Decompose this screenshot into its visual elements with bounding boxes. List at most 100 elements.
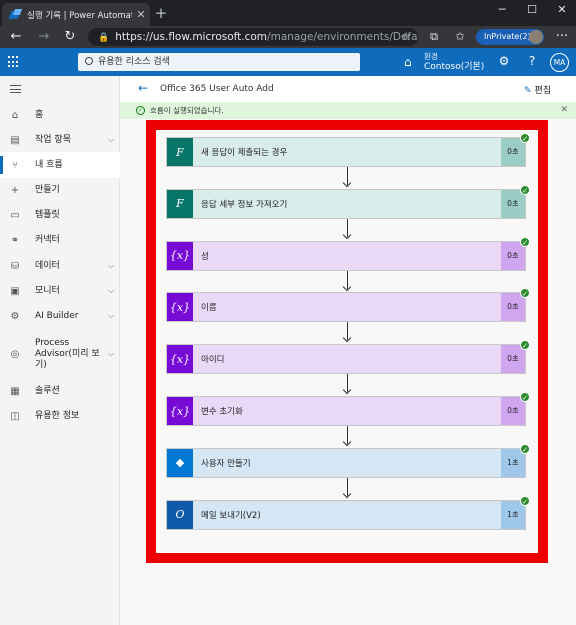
main-content: ← Office 365 User Auto Add ✎ 편집 ✓ 흐름이 실행되… xyxy=(120,76,576,625)
flow-step-card[interactable]: {x} 이름 0초 ✓ xyxy=(166,288,530,323)
app-launcher-icon[interactable] xyxy=(8,56,20,68)
flow-step-card[interactable]: {x} 아이디 0초 ✓ xyxy=(166,340,530,375)
nav-item-label: 솔루션 xyxy=(35,385,60,396)
hamburger-menu-icon[interactable] xyxy=(10,85,21,93)
nav-item-label: 커넥터 xyxy=(35,234,60,245)
success-check-icon: ✓ xyxy=(136,106,145,115)
solution-icon: ▦ xyxy=(10,385,20,397)
flow-step-card[interactable]: {x} 변수 초기화 0초 ✓ xyxy=(166,392,530,426)
nav-item-action-items[interactable]: ▤ 작업 항목 ⌵ xyxy=(0,127,120,153)
extensions-icon[interactable]: ⧉ xyxy=(424,28,444,46)
flow-step-card[interactable]: F 응답 세부 정보 가져오기 0초 ✓ xyxy=(166,184,530,219)
close-window-button[interactable]: ✕ xyxy=(548,0,576,22)
chevron-down-icon[interactable]: ⌵ xyxy=(102,349,120,359)
favorite-star-icon[interactable]: ☆ xyxy=(396,28,416,46)
inprivate-badge[interactable]: InPrivate(2) xyxy=(476,29,544,45)
success-banner: ✓ 흐름이 실행되었습니다. ✕ xyxy=(120,102,576,119)
nav-item-label: Process Advisor(미리 보기) xyxy=(35,337,100,370)
environment-picker[interactable]: 환경 Contoso(기본) xyxy=(424,52,484,72)
chevron-down-icon[interactable]: ⌵ xyxy=(102,286,120,296)
success-check-icon: ✓ xyxy=(520,392,530,402)
browser-more-button[interactable]: ··· xyxy=(552,28,572,46)
nav-item-data[interactable]: ⛁ 데이터 ⌵ xyxy=(0,253,120,279)
new-tab-button[interactable]: + xyxy=(152,4,170,22)
office365-users-icon: ◆ xyxy=(167,448,193,477)
process-advisor-icon: ◎ xyxy=(10,348,20,360)
lock-icon: 🔒 xyxy=(98,33,110,43)
browser-tab-title: 실행 기록 | Power Automate xyxy=(27,10,132,21)
nav-item-label: AI Builder xyxy=(35,310,79,321)
maximize-window-button[interactable]: ☐ xyxy=(518,0,546,22)
chevron-down-icon[interactable]: ⌵ xyxy=(102,135,120,145)
banner-close-icon[interactable]: ✕ xyxy=(560,102,568,119)
tab-close-icon[interactable]: ✕ xyxy=(132,8,150,21)
flow-step-title: 성 xyxy=(201,251,209,262)
database-icon: ⛁ xyxy=(10,260,20,272)
help-icon[interactable]: ? xyxy=(524,54,540,68)
nav-item-solutions[interactable]: ▦ 솔루션 xyxy=(0,378,120,404)
nav-item-templates[interactable]: ▭ 템플릿 xyxy=(0,202,120,228)
flow-step-title: 아이디 xyxy=(201,355,225,366)
forward-button[interactable]: → xyxy=(34,28,54,46)
connector-arrow-icon xyxy=(343,322,352,344)
success-check-icon: ✓ xyxy=(520,133,530,143)
flow-step-card[interactable]: O 메일 보내기(V2) 1초 ✓ xyxy=(166,495,530,530)
inprivate-label: InPrivate(2) xyxy=(484,32,531,41)
forms-icon: F xyxy=(167,189,193,218)
banner-message: 흐름이 실행되었습니다. xyxy=(150,106,224,115)
success-check-icon: ✓ xyxy=(520,236,530,247)
chevron-down-icon[interactable]: ⌵ xyxy=(102,261,120,271)
nav-item-label: 데이터 xyxy=(35,260,60,271)
success-check-icon: ✓ xyxy=(520,495,530,506)
book-icon: ◫ xyxy=(10,410,20,422)
resource-search-input[interactable]: 유용한 리소스 검색 xyxy=(78,53,360,71)
left-navigation: ⌂ 홈 ▤ 작업 항목 ⌵ ⑂ 내 흐름 + 만들기 ▭ 템플릿 ⚭ 커넥터 ⛁… xyxy=(0,76,120,625)
nav-item-monitor[interactable]: ▣ 모니터 ⌵ xyxy=(0,278,120,304)
flow-step-title: 이름 xyxy=(201,303,217,314)
nav-item-ai-builder[interactable]: ⚙ AI Builder ⌵ xyxy=(0,303,120,329)
connector-icon: ⚭ xyxy=(10,234,20,246)
nav-item-home[interactable]: ⌂ 홈 xyxy=(0,102,120,128)
nav-item-label: 홈 xyxy=(35,109,44,120)
nav-item-create[interactable]: + 만들기 xyxy=(0,177,120,203)
browser-address-bar: ← → ↻ 🔒 https://us.flow.microsoft.com/man… xyxy=(0,26,576,48)
ai-builder-icon: ⚙ xyxy=(10,310,20,322)
flow-step-card[interactable]: ◆ 사용자 만들기 1초 ✓ xyxy=(166,443,530,478)
nav-item-learn[interactable]: ◫ 유용한 정보 xyxy=(0,403,120,429)
template-icon: ▭ xyxy=(10,209,20,221)
nav-item-label: 내 흐름 xyxy=(35,159,63,170)
nav-item-connectors[interactable]: ⚭ 커넥터 xyxy=(0,227,120,253)
nav-item-process-advisor[interactable]: ◎ Process Advisor(미리 보기) ⌵ xyxy=(0,333,120,375)
flow-step-title: 사용자 만들기 xyxy=(201,458,251,469)
outlook-icon: O xyxy=(167,500,193,529)
success-check-icon: ✓ xyxy=(520,184,530,195)
app-header: 유용한 리소스 검색 ⌂ 환경 Contoso(기본) ⚙ ? MA xyxy=(0,48,576,76)
back-arrow-icon[interactable]: ← xyxy=(138,81,148,95)
back-button[interactable]: ← xyxy=(6,28,26,46)
success-check-icon: ✓ xyxy=(520,340,530,351)
environment-icon[interactable]: ⌂ xyxy=(404,55,412,69)
nav-item-my-flows[interactable]: ⑂ 내 흐름 xyxy=(0,152,120,178)
flow-step-card[interactable]: F새 응답이 제출되는 경우 0초 ✓ xyxy=(166,133,530,167)
search-placeholder: 유용한 리소스 검색 xyxy=(98,57,170,67)
url-input[interactable]: 🔒 https://us.flow.microsoft.com/manage/en… xyxy=(88,28,418,46)
collections-icon[interactable]: ✩ xyxy=(450,28,470,46)
connector-arrow-icon xyxy=(343,477,352,500)
edit-button[interactable]: ✎ 편집 xyxy=(524,83,551,96)
pencil-icon: ✎ xyxy=(524,86,532,96)
environment-value: Contoso(기본) xyxy=(424,62,485,72)
flow-step-card[interactable]: {x} 성 0초 ✓ xyxy=(166,236,530,271)
refresh-button[interactable]: ↻ xyxy=(60,28,80,46)
flow-run-canvas: F새 응답이 제출되는 경우 0초 ✓ F 응답 세부 정보 가져오기 0초 ✓ {x} 성 0초… xyxy=(146,120,548,563)
minimize-window-button[interactable]: ─ xyxy=(488,0,516,22)
success-check-icon: ✓ xyxy=(520,288,530,299)
connector-arrow-icon xyxy=(343,167,352,189)
user-avatar[interactable]: MA xyxy=(550,53,569,72)
edit-label: 편집 xyxy=(534,86,552,96)
settings-gear-icon[interactable]: ⚙ xyxy=(496,54,512,68)
browser-tab[interactable]: 실행 기록 | Power Automate ✕ xyxy=(2,3,150,26)
flow-step-title: 새 응답이 제출되는 경우 xyxy=(201,148,288,158)
chevron-down-icon[interactable]: ⌵ xyxy=(102,311,120,321)
connector-arrow-icon xyxy=(343,426,352,448)
url-host: https://us.flow.microsoft.com xyxy=(115,31,268,43)
